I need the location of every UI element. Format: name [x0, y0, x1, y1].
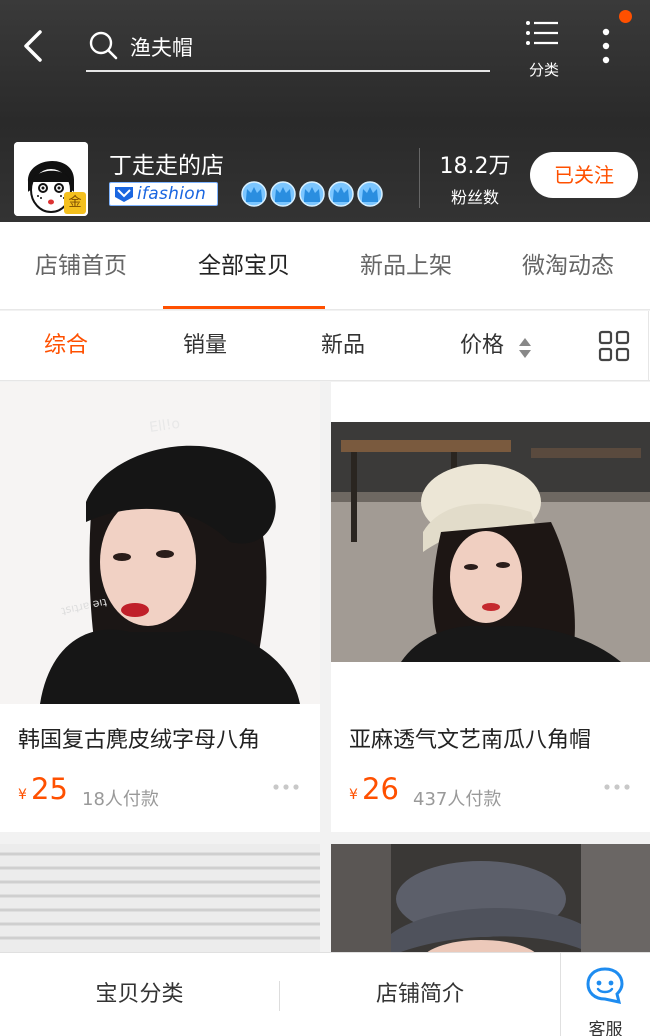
sort-new[interactable]: 新品: [321, 311, 365, 381]
crown-icon: [270, 181, 296, 207]
crown-icon: [299, 181, 325, 207]
product-title: 亚麻透气文艺南瓜八角帽: [349, 728, 592, 753]
grid-view-icon[interactable]: [598, 330, 630, 362]
sort-bar: 综合 销量 新品 价格: [0, 311, 650, 381]
sort-price[interactable]: 价格: [460, 311, 504, 381]
ifashion-tag: ifashion: [109, 182, 218, 206]
category-label: 分类: [528, 61, 559, 79]
tab-weitao[interactable]: 微淘动态: [487, 222, 649, 310]
tab-new-arrivals[interactable]: 新品上架: [325, 222, 487, 310]
shop-tabs: 店铺首页 全部宝贝 新品上架 微淘动态: [0, 222, 650, 310]
gold-badge: 金: [64, 192, 86, 214]
crown-icon: [357, 181, 383, 207]
crown-icon: [241, 181, 267, 207]
search-input[interactable]: 渔夫帽: [86, 22, 490, 72]
product-image: [331, 382, 650, 704]
product-title: 韩国复古麂皮绒字母八角: [18, 728, 261, 753]
back-button[interactable]: [16, 24, 56, 68]
ifashion-text: ifashion: [137, 184, 207, 204]
sort-comprehensive[interactable]: 综合: [44, 311, 88, 381]
shop-name: 丁走走的店: [109, 153, 224, 179]
tab-all-items[interactable]: 全部宝贝: [163, 222, 325, 310]
divider: [419, 148, 420, 208]
crown-icon: [328, 181, 354, 207]
chevron-left-icon: [24, 30, 42, 62]
customer-service-button[interactable]: 客服: [561, 953, 650, 1036]
ifashion-logo-icon: [115, 187, 133, 202]
list-icon: [526, 21, 558, 45]
more-button[interactable]: [592, 26, 620, 66]
product-sold-count: 437人付款: [413, 789, 502, 810]
tab-home[interactable]: 店铺首页: [0, 222, 162, 310]
sort-sales[interactable]: 销量: [183, 311, 227, 381]
divider: [648, 311, 649, 381]
shop-rating-crowns: [240, 180, 384, 208]
notification-dot: [619, 10, 632, 23]
chat-bubble-icon: [586, 967, 624, 1004]
product-image: Ell!o ʇsıʇɹɐ ǝıʇ: [0, 382, 320, 704]
product-image: [0, 844, 320, 964]
active-tab-indicator: [163, 306, 325, 309]
shop-intro-button[interactable]: 店铺简介: [280, 953, 560, 1036]
product-sold-count: 18人付款: [82, 789, 159, 810]
search-icon: [89, 31, 118, 60]
product-price: 26: [362, 772, 399, 806]
bottom-bar: 宝贝分类 店铺简介 客服: [0, 952, 650, 1036]
search-query: 渔夫帽: [130, 36, 193, 60]
app: 渔夫帽 分类 金 丁走走的店 ifashion 18.2万 粉丝数 已关注 店铺…: [0, 0, 650, 1036]
more-vertical-icon: [602, 28, 610, 64]
currency-symbol: ¥: [18, 787, 27, 803]
product-card[interactable]: [331, 844, 650, 964]
product-card[interactable]: [0, 844, 320, 964]
currency-symbol: ¥: [349, 787, 358, 803]
customer-service-label: 客服: [588, 1020, 623, 1036]
follow-button[interactable]: 已关注: [530, 152, 638, 198]
fans-label: 粉丝数: [450, 188, 499, 207]
product-price: 25: [31, 772, 68, 806]
product-card[interactable]: Ell!o ʇsıʇɹɐ ǝıʇ 韩国复古麂皮绒字母八角 ¥ 25 18人付款: [0, 382, 320, 832]
price-sort-arrows-icon: [519, 338, 531, 358]
more-horizontal-icon[interactable]: [603, 782, 631, 792]
product-image: [331, 844, 650, 964]
fans-count: 18.2万: [439, 154, 511, 179]
item-categories-button[interactable]: 宝贝分类: [0, 953, 279, 1036]
product-card[interactable]: 亚麻透气文艺南瓜八角帽 ¥ 26 437人付款: [331, 382, 650, 832]
more-horizontal-icon[interactable]: [272, 782, 300, 792]
category-button[interactable]: 分类: [515, 18, 573, 80]
shop-header: 渔夫帽 分类 金 丁走走的店 ifashion 18.2万 粉丝数 已关注: [0, 0, 650, 222]
